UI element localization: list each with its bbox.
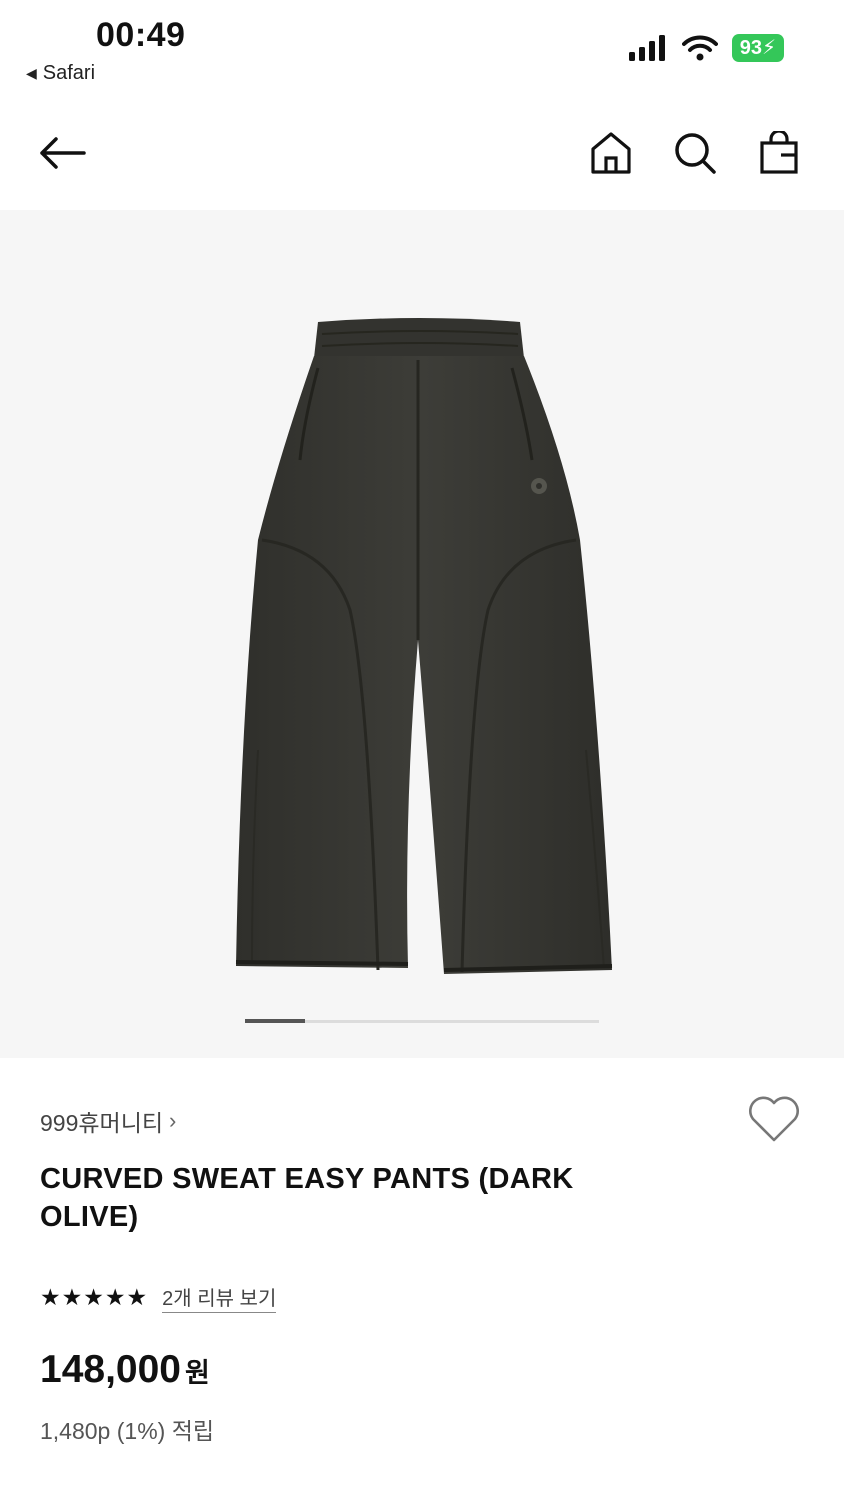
top-navigation	[0, 110, 844, 200]
gallery-progress-track	[245, 1019, 599, 1023]
nav-actions	[582, 124, 808, 182]
battery-indicator: 93⚡	[731, 34, 784, 62]
reward-points: 1,480p (1%) 적립	[40, 1418, 215, 1444]
chevron-right-icon: ›	[169, 1108, 177, 1133]
price-currency: 원	[184, 1358, 210, 1388]
product-title: CURVED SWEAT EASY PANTS (DARK OLIVE)	[40, 1163, 574, 1233]
product-price: 148,000	[40, 1348, 181, 1391]
product-info: 999휴머니티 › CURVED SWEAT EASY PANTS (DARK …	[0, 1058, 844, 1500]
product-image-pants	[235, 318, 613, 974]
brand-link[interactable]: 999휴머니티 ›	[40, 1104, 176, 1138]
gallery-progress-fill	[245, 1019, 306, 1023]
shopping-bag-icon	[760, 131, 798, 174]
search-button[interactable]	[666, 124, 724, 182]
wishlist-button[interactable]	[746, 1094, 806, 1150]
home-button[interactable]	[582, 124, 640, 182]
search-icon	[675, 133, 716, 174]
battery-level: 93	[739, 37, 762, 59]
product-image-gallery[interactable]	[0, 210, 844, 1058]
star-rating: ★★★★★	[40, 1284, 149, 1310]
back-triangle-icon: ◀	[26, 65, 37, 81]
charging-bolt-icon: ⚡	[761, 37, 776, 59]
back-app-label: Safari	[42, 62, 96, 84]
status-bar: 00:49 ◀ Safari 93⚡	[0, 0, 844, 100]
cellular-signal-icon	[628, 35, 665, 61]
back-button[interactable]	[34, 128, 90, 178]
review-link[interactable]: 2개 리뷰 보기	[162, 1282, 277, 1313]
heart-outline-icon	[749, 1096, 799, 1142]
wifi-icon	[681, 35, 718, 61]
home-icon	[591, 132, 631, 174]
back-to-safari-link[interactable]: ◀ Safari	[26, 62, 95, 85]
brand-name: 999휴머니티	[40, 1110, 164, 1136]
price-row: 148,000 원	[40, 1348, 210, 1392]
status-indicators: 93⚡	[628, 34, 784, 62]
status-time: 00:49	[96, 16, 186, 54]
arrow-left-icon	[40, 137, 86, 169]
cart-button[interactable]	[750, 124, 808, 182]
rating-row: ★★★★★ 2개 리뷰 보기	[40, 1282, 277, 1313]
